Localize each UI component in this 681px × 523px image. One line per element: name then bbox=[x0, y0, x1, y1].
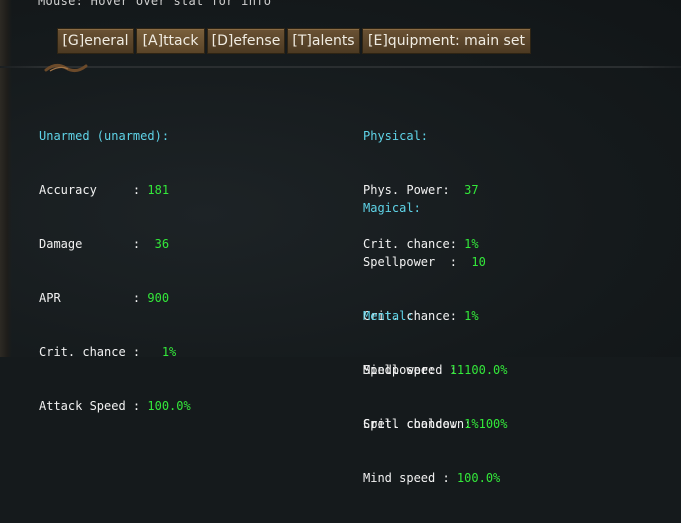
character-sheet-window: Mouse: Hover over stat for info [G]enera… bbox=[0, 0, 681, 485]
stat-value: 11 bbox=[449, 363, 465, 377]
stat-value: 100.0% bbox=[456, 471, 501, 485]
stat-value: 10 bbox=[471, 255, 486, 269]
stat-row-apr: APR : 900 bbox=[39, 289, 191, 307]
section-divider bbox=[0, 66, 681, 68]
stat-row-attack-speed: Attack Speed : 100.0% bbox=[39, 397, 191, 415]
stat-value: 100.0% bbox=[147, 399, 191, 413]
physical-header: Physical: bbox=[363, 129, 429, 143]
mental-stats-panel: Mental: Mindpower: 11 Crit. chance: 1% M… bbox=[363, 271, 500, 523]
stat-value: 181 bbox=[147, 183, 170, 197]
stat-label: Crit. chance: bbox=[363, 417, 465, 431]
stat-row-mindpower: Mindpower: 11 bbox=[363, 361, 500, 379]
weapon-stats-panel: Unarmed (unarmed): Accuracy : 181 Damage… bbox=[39, 91, 191, 451]
stat-label: Spellpower : bbox=[363, 255, 472, 269]
tab-general[interactable]: [G]eneral bbox=[57, 28, 134, 54]
stat-value: 900 bbox=[147, 291, 170, 305]
divider-ornament-icon bbox=[44, 63, 88, 73]
magical-header: Magical: bbox=[363, 201, 421, 215]
stat-row-accuracy: Accuracy : 181 bbox=[39, 181, 191, 199]
stat-row-mind-speed: Mind speed : 100.0% bbox=[363, 469, 500, 487]
tab-attack[interactable]: [A]ttack bbox=[136, 28, 205, 54]
stat-label: APR : bbox=[39, 291, 148, 305]
weapon-header: Unarmed (unarmed): bbox=[39, 129, 170, 143]
tab-talents[interactable]: [T]alents bbox=[287, 28, 360, 54]
hover-hint-text: Mouse: Hover over stat for info bbox=[38, 0, 272, 8]
tab-defense[interactable]: [D]efense bbox=[207, 28, 285, 54]
stat-value: 36 bbox=[147, 237, 170, 251]
stat-label: Accuracy : bbox=[39, 183, 148, 197]
stat-row-spellpower: Spellpower : 10 bbox=[363, 253, 508, 271]
stat-row-crit-chance: Crit. chance : 1% bbox=[39, 343, 191, 361]
stat-row-mind-crit: Crit. chance: 1% bbox=[363, 415, 500, 433]
stat-value: 1% bbox=[464, 417, 479, 431]
stat-label: Damage : bbox=[39, 237, 148, 251]
window-left-border bbox=[0, 0, 12, 357]
mental-header: Mental: bbox=[363, 309, 414, 323]
tab-equipment[interactable]: [E]quipment: main set bbox=[362, 28, 531, 54]
stat-label: Attack Speed : bbox=[39, 399, 148, 413]
stat-row-damage: Damage : 36 bbox=[39, 235, 191, 253]
stat-label: Mind speed : bbox=[363, 471, 457, 485]
stat-label: Mindpower: bbox=[363, 363, 450, 377]
